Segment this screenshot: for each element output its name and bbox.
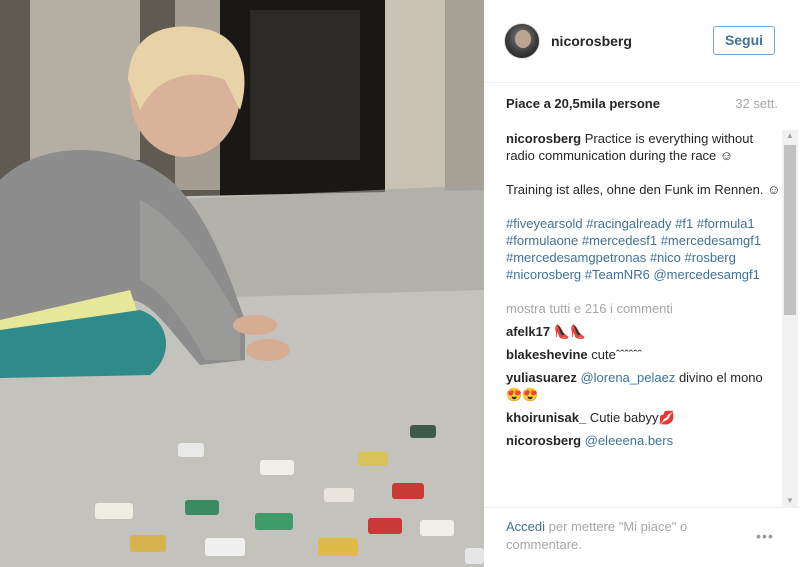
avatar[interactable] [504, 23, 540, 59]
comment-item: afelk17 👠👠 [506, 323, 782, 340]
comment-username[interactable]: yuliasuarez [506, 370, 577, 385]
login-link[interactable]: Accedi [506, 519, 545, 534]
hashtag[interactable]: #mercedesamgpetronas [506, 250, 646, 265]
more-options-icon[interactable]: ••• [750, 528, 780, 544]
scroll-up-icon[interactable]: ▲ [782, 130, 798, 142]
comment-text: 👠👠 [553, 324, 587, 339]
hashtag[interactable]: #f1 [675, 216, 693, 231]
scroll-thumb[interactable] [784, 145, 796, 315]
post-header: nicorosberg Segui [484, 0, 800, 83]
comment-mention[interactable]: @lorena_pelaez [580, 370, 675, 385]
comment-username[interactable]: blakeshevine [506, 347, 588, 362]
scroll-down-icon[interactable]: ▼ [782, 495, 798, 507]
likes-row: Piace a 20,5mila persone 32 sett. [506, 96, 778, 114]
login-prompt: Accedi per mettere "Mi piace" o commenta… [506, 518, 726, 554]
comments-list: nicorosberg Practice is everything witho… [506, 130, 782, 507]
hashtag[interactable]: #rosberg [685, 250, 736, 265]
caption-text-en: nicorosberg Practice is everything witho… [506, 130, 782, 164]
hashtag[interactable]: #mercedesf1 [582, 233, 657, 248]
post-details-panel: nicorosberg Segui Piace a 20,5mila perso… [484, 0, 800, 567]
comment-username[interactable]: khoirunisak_ [506, 410, 586, 425]
comment-username[interactable]: afelk17 [506, 324, 550, 339]
hashtag[interactable]: #TeamNR6 [585, 267, 650, 282]
caption-text-de: Training ist alles, ohne den Funk im Ren… [506, 182, 781, 197]
photo-image [0, 0, 484, 567]
mention-link[interactable]: @mercedesamgf1 [653, 267, 759, 282]
hashtag[interactable]: #mercedesamgf1 [661, 233, 761, 248]
hashtag[interactable]: #racingalready [586, 216, 671, 231]
comment-item: khoirunisak_ Cutie babyy💋 [506, 409, 782, 426]
hashtag[interactable]: #formula1 [697, 216, 755, 231]
post-username[interactable]: nicorosberg [551, 33, 632, 49]
comment-username[interactable]: nicorosberg [506, 433, 581, 448]
likes-count: Piace a 20,5mila persone [506, 96, 660, 111]
post-age[interactable]: 32 sett. [735, 96, 778, 111]
post-footer: Accedi per mettere "Mi piace" o commenta… [484, 507, 800, 567]
hashtag[interactable]: #formulaone [506, 233, 578, 248]
caption-username[interactable]: nicorosberg [506, 131, 581, 146]
comment-mention[interactable]: @eleeena.bers [585, 433, 673, 448]
caption: nicorosberg Practice is everything witho… [506, 130, 782, 283]
hashtag[interactable]: #nico [650, 250, 681, 265]
comment-item: nicorosberg @eleeena.bers [506, 432, 782, 449]
post-photo[interactable] [0, 0, 484, 567]
comment-item: blakeshevine cuteˆˆˆˆˆˆ [506, 346, 782, 363]
hashtag[interactable]: #nicorosberg [506, 267, 581, 282]
show-all-comments-link[interactable]: mostra tutti e 216 i commenti [506, 300, 782, 317]
comment-item: yuliasuarez @lorena_pelaez divino el mon… [506, 369, 782, 403]
hashtags: #fiveyearsold #racingalready #f1 #formul… [506, 215, 782, 283]
hashtag[interactable]: #fiveyearsold [506, 216, 583, 231]
comment-text: cuteˆˆˆˆˆˆ [591, 347, 642, 362]
comment-text: Cutie babyy💋 [589, 410, 675, 425]
comments-scrollbar[interactable]: ▲ ▼ [782, 130, 798, 507]
follow-button[interactable]: Segui [713, 26, 775, 55]
